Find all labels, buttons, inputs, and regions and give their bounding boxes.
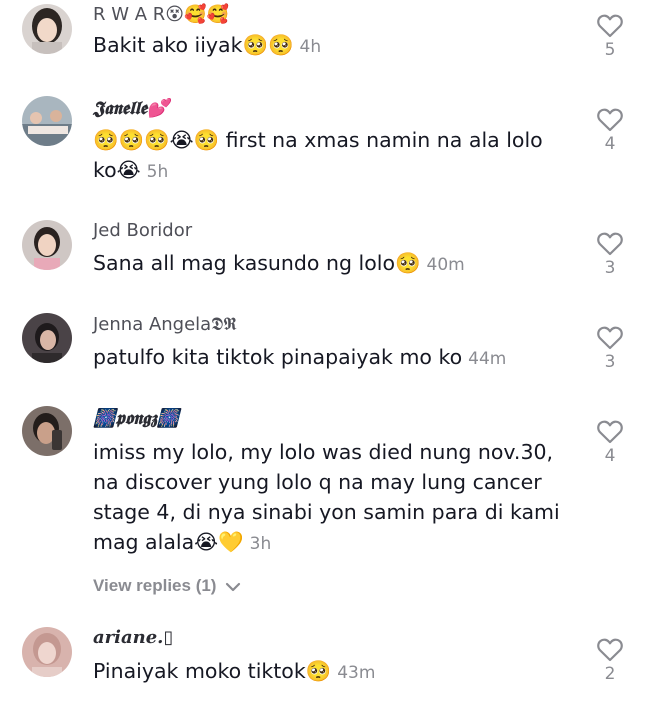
like-button[interactable]: 3 (592, 326, 628, 372)
like-button[interactable]: 3 (592, 232, 628, 278)
like-count: 3 (604, 352, 616, 372)
comment-time: 5h (146, 162, 169, 182)
like-count: 4 (604, 134, 616, 154)
comment-username[interactable]: 𝕵𝖆𝖓𝖊𝖑𝖑𝖊💕 (93, 98, 169, 120)
like-button[interactable]: 5 (592, 14, 628, 60)
heart-outline-icon (597, 638, 623, 662)
comment-body: imiss my lolo, my lolo was died nung nov… (93, 440, 560, 554)
view-replies-button[interactable]: View replies (1) (93, 576, 241, 596)
heart-outline-icon (597, 232, 623, 256)
heart-outline-icon (597, 420, 623, 444)
view-replies-label: View replies (1) (93, 576, 217, 595)
avatar[interactable] (22, 220, 72, 270)
comment-text: imiss my lolo, my lolo was died nung nov… (93, 437, 563, 559)
comment-username[interactable]: 🎆𝖕𝖔𝖓𝖌𝖟🎆 (93, 408, 179, 430)
avatar[interactable] (22, 627, 72, 677)
comment-body: Sana all mag kasundo ng lolo🥺 (93, 251, 421, 275)
avatar[interactable] (22, 96, 72, 146)
comment-text: Pinaiyak moko tiktok🥺 43m (93, 656, 563, 688)
like-button[interactable]: 4 (592, 108, 628, 154)
comment-username[interactable]: 𝒂𝒓𝒊𝒂𝒏𝒆.▯ (93, 627, 173, 649)
comment-body: patulfo kita tiktok pinapaiyak mo ko (93, 345, 463, 369)
chevron-down-icon (226, 582, 241, 591)
like-button[interactable]: 2 (592, 638, 628, 684)
like-count: 3 (604, 258, 616, 278)
comment-text: patulfo kita tiktok pinapaiyak mo ko 44m (93, 342, 563, 374)
comment-body: Pinaiyak moko tiktok🥺 (93, 659, 332, 683)
comment-time: 40m (426, 255, 465, 275)
comment-body: Bakit ako iiyak🥺🥺 (93, 33, 294, 57)
avatar[interactable] (22, 406, 72, 456)
comment-text: Bakit ako iiyak🥺🥺 4h (93, 30, 563, 62)
comment-time: 43m (337, 663, 376, 683)
like-button[interactable]: 4 (592, 420, 628, 466)
comment-time: 4h (299, 37, 322, 57)
comment-time: 44m (468, 349, 507, 369)
comment-username[interactable]: Jed Boridor (93, 220, 192, 242)
like-count: 2 (604, 664, 616, 684)
comment-time: 3h (249, 534, 272, 554)
avatar[interactable] (22, 313, 72, 363)
comment-text: 🥺🥺🥺😭🥺 first na xmas namin na ala lolo ko… (93, 125, 563, 187)
heart-outline-icon (597, 326, 623, 350)
heart-outline-icon (597, 14, 623, 38)
avatar[interactable] (22, 4, 72, 54)
like-count: 5 (604, 40, 616, 60)
like-count: 4 (604, 446, 616, 466)
comment-username[interactable]: R W A R😵🥰🥰 (93, 4, 229, 26)
comment-text: Sana all mag kasundo ng lolo🥺 40m (93, 248, 563, 280)
comment-username[interactable]: Jenna Angela𝕯𝕽 (93, 314, 237, 336)
heart-outline-icon (597, 108, 623, 132)
